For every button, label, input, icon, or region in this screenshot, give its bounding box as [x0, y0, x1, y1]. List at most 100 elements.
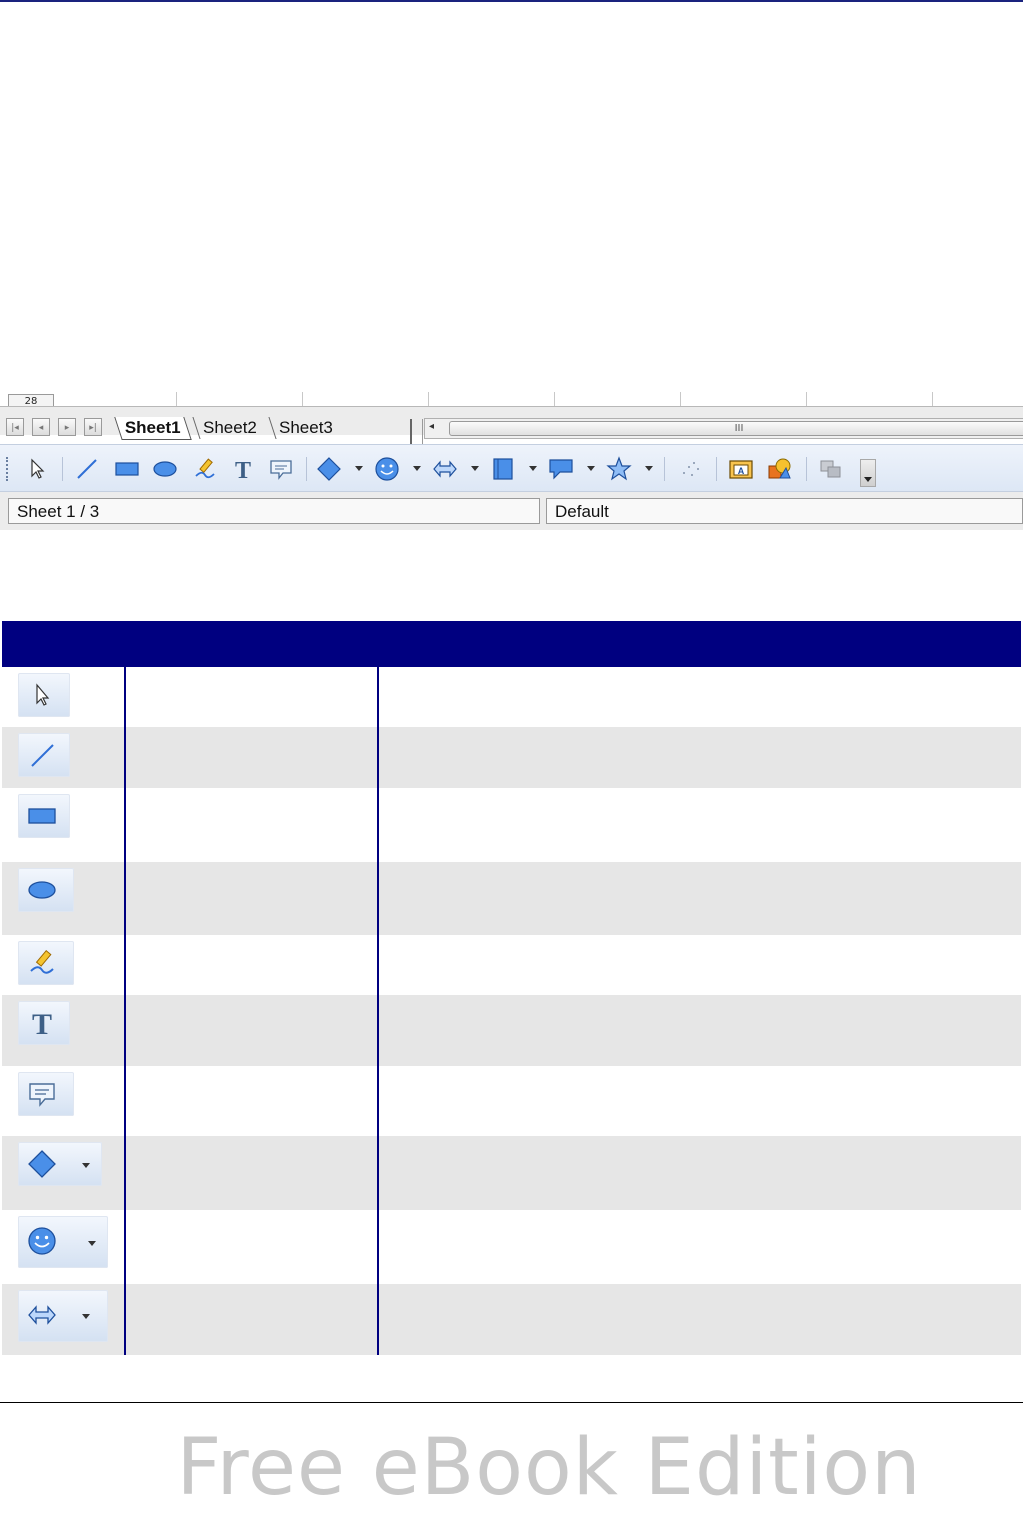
flowchart-icon[interactable] [490, 456, 516, 482]
basic-shapes-icon[interactable] [316, 456, 342, 482]
stars-icon[interactable] [606, 456, 632, 482]
table-header-cell [125, 621, 378, 667]
prev-sheet-icon[interactable]: ◂ [32, 418, 50, 436]
tool-name-cell [124, 862, 378, 935]
toolbar-separator [716, 457, 717, 481]
first-sheet-icon[interactable]: |◂ [6, 418, 24, 436]
symbol-shapes-icon [18, 1216, 108, 1268]
scroll-left-icon[interactable]: ◂ [429, 421, 434, 432]
tab-sheet3[interactable]: Sheet3 [268, 417, 343, 439]
tab-sheet1-label: Sheet1 [124, 418, 181, 437]
footer-watermark: Free eBook Edition [176, 1423, 922, 1513]
block-arrows-dropdown-icon[interactable] [471, 466, 479, 471]
gridline [680, 392, 681, 406]
symbol-shapes-dropdown-icon[interactable] [413, 466, 421, 471]
tool-name-cell [124, 1136, 378, 1210]
table-row [2, 788, 1021, 862]
basic-shapes-dropdown-icon[interactable] [355, 466, 363, 471]
drawing-toolbar: T A [0, 444, 1023, 492]
callout-icon[interactable] [268, 456, 294, 482]
table-header-cell [2, 621, 125, 667]
gridline [554, 392, 555, 406]
tool-description-cell [377, 727, 1021, 788]
callouts-dropdown-icon[interactable] [587, 466, 595, 471]
select-icon[interactable] [24, 456, 50, 482]
svg-text:T: T [235, 458, 251, 482]
flowchart-dropdown-icon[interactable] [529, 466, 537, 471]
tab-splitter-handle[interactable] [410, 419, 423, 445]
text-icon: T [18, 1001, 70, 1045]
calc-screenshot: 28 |◂ ◂ ▸ ▸| Sheet1 Sheet2 Sheet3 ◂ III [0, 392, 1023, 530]
sheet-tab-bar: |◂ ◂ ▸ ▸| Sheet1 Sheet2 Sheet3 ◂ III [0, 406, 1023, 445]
next-sheet-icon[interactable]: ▸ [58, 418, 76, 436]
chevron-down-icon [88, 1241, 96, 1246]
tab-sheet2-label: Sheet2 [203, 418, 257, 437]
callout-icon [18, 1072, 74, 1116]
tab-sheet1[interactable]: Sheet1 [114, 417, 192, 440]
toolbar-separator [62, 457, 63, 481]
tab-sheet3-label: Sheet3 [279, 418, 333, 437]
gridline [932, 392, 933, 406]
freeform-line-icon [18, 941, 74, 985]
table-row [2, 1136, 1021, 1210]
table-header-row [2, 621, 1021, 667]
basic-shapes-icon [18, 1142, 102, 1186]
svg-text:A: A [738, 466, 745, 476]
tool-name-cell [124, 667, 378, 727]
extrusion-icon[interactable] [766, 456, 792, 482]
column-ruler: 28 [0, 392, 1023, 407]
tool-name-cell [124, 727, 378, 788]
tool-description-cell [377, 995, 1021, 1066]
scroll-thumb[interactable]: III [449, 421, 1023, 436]
table-row [2, 935, 1021, 995]
table-header-cell [378, 621, 1021, 667]
page-style-field: Default [546, 498, 1023, 524]
drawing-tools-table: T [2, 621, 1021, 1355]
line-icon[interactable] [74, 456, 100, 482]
toolbar-separator [664, 457, 665, 481]
toolbar-separator [806, 457, 807, 481]
tool-description-cell [377, 862, 1021, 935]
line-icon [18, 733, 70, 777]
rectangle-icon [18, 794, 70, 838]
points-icon[interactable] [678, 456, 704, 482]
fontwork-icon[interactable]: A [728, 456, 754, 482]
toggle-extrusion-icon[interactable] [818, 456, 844, 482]
footer-rule [0, 1402, 1023, 1403]
gridline [428, 392, 429, 406]
toolbar-grip-icon[interactable] [6, 457, 11, 481]
block-arrows-icon[interactable] [432, 456, 458, 482]
rectangle-icon[interactable] [114, 456, 140, 482]
tab-sheet2[interactable]: Sheet2 [192, 417, 267, 439]
tool-description-cell [377, 1066, 1021, 1136]
status-bar: Sheet 1 / 3 Default [0, 492, 1023, 530]
tool-description-cell [377, 667, 1021, 727]
freeform-icon[interactable] [192, 456, 218, 482]
horizontal-scrollbar[interactable]: ◂ III [424, 418, 1023, 439]
symbol-shapes-icon[interactable] [374, 456, 400, 482]
tool-name-cell [124, 1066, 378, 1136]
stars-dropdown-icon[interactable] [645, 466, 653, 471]
ellipse-icon[interactable] [152, 456, 178, 482]
gridline [302, 392, 303, 406]
tool-name-cell [124, 1210, 378, 1284]
text-icon[interactable]: T [230, 456, 256, 482]
table-row [2, 1210, 1021, 1284]
gridline [806, 392, 807, 406]
tool-name-cell [124, 788, 378, 862]
sheet-indicator: Sheet 1 / 3 [8, 498, 540, 524]
toolbar-overflow-button[interactable] [860, 459, 876, 487]
select-icon [18, 673, 70, 717]
table-row [2, 1066, 1021, 1136]
last-sheet-icon[interactable]: ▸| [84, 418, 102, 436]
tool-description-cell [377, 1136, 1021, 1210]
table-row: T [2, 995, 1021, 1066]
callouts-icon[interactable] [548, 456, 574, 482]
tool-name-cell [124, 995, 378, 1066]
chevron-down-icon [82, 1163, 90, 1168]
tool-description-cell [377, 1210, 1021, 1284]
table-row [2, 1284, 1021, 1355]
top-rule [0, 0, 1023, 2]
toolbar-separator [306, 457, 307, 481]
table-row [2, 667, 1021, 727]
